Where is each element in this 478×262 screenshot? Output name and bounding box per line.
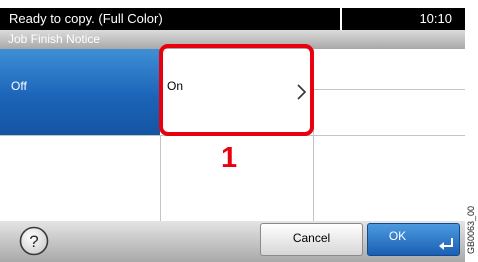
status-message: Ready to copy. (Full Color) [9, 11, 163, 26]
figure-code-text: GB0063_00 [466, 205, 476, 255]
grid-divider [160, 135, 161, 221]
on-option-label: On [167, 79, 184, 93]
status-bar: Ready to copy. (Full Color) 10:10 [0, 8, 465, 30]
callout-number: 1 [221, 142, 238, 174]
option-grid: Off On [0, 44, 465, 221]
ok-button[interactable]: OK [367, 223, 460, 256]
cancel-label: Cancel [292, 231, 331, 245]
help-icon[interactable]: ? [19, 226, 49, 256]
on-option-button[interactable]: On [161, 49, 313, 135]
cancel-button[interactable]: Cancel [260, 223, 363, 256]
title-bar: Job Finish Notice [0, 30, 465, 49]
status-time: 10:10 [419, 11, 452, 26]
grid-divider [0, 135, 465, 136]
bottom-bar: ? Cancel OK [0, 221, 465, 262]
svg-text:?: ? [29, 232, 38, 251]
grid-divider [313, 89, 465, 90]
off-option-label: Off [11, 79, 27, 93]
ok-label: OK [388, 229, 407, 243]
off-option-button[interactable]: Off [0, 49, 160, 135]
status-divider [340, 8, 342, 30]
enter-icon [439, 238, 453, 250]
figure-code: GB0063_00 [463, 200, 478, 260]
device-screen: Ready to copy. (Full Color) 10:10 Job Fi… [0, 0, 465, 262]
chevron-right-icon [297, 84, 307, 100]
page-title: Job Finish Notice [8, 32, 101, 46]
grid-divider [313, 49, 314, 221]
